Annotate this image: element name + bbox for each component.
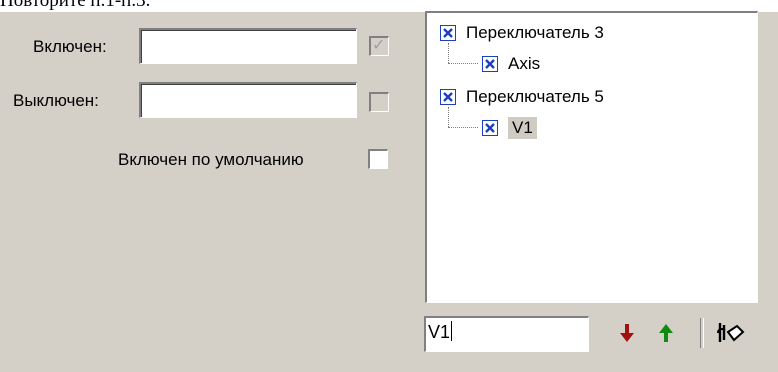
tree-item-label: Переключатель 3 xyxy=(466,23,604,42)
arrow-down-icon xyxy=(620,324,634,342)
default-on-label: Включен по умолчанию xyxy=(118,150,304,169)
text-caret xyxy=(451,321,453,341)
document-instruction-text: Повторите п.1-п.3. xyxy=(0,0,151,11)
tree-item-label: Axis xyxy=(508,54,541,73)
arrow-up-icon xyxy=(659,324,673,342)
off-checkbox[interactable] xyxy=(369,92,389,112)
tree-connector xyxy=(448,127,478,128)
switch-tree-view[interactable]: Переключатель 3 Axis Переключатель 5 V1 xyxy=(425,11,758,303)
tree-item[interactable]: Переключатель 5 xyxy=(440,85,604,109)
off-value-field[interactable] xyxy=(139,82,357,118)
tree-item-label-selected: V1 xyxy=(508,117,537,139)
move-down-button[interactable] xyxy=(615,320,639,346)
check-mark-icon: ✓ xyxy=(372,37,386,54)
tree-item[interactable]: V1 xyxy=(482,116,537,140)
toolbar-separator xyxy=(700,318,704,348)
off-label: Выключен: xyxy=(13,91,99,110)
on-value-field[interactable] xyxy=(139,28,357,64)
checked-x-icon[interactable] xyxy=(482,56,498,72)
on-checkbox[interactable]: ✓ xyxy=(369,36,389,56)
tree-item[interactable]: Переключатель 3 xyxy=(440,21,604,45)
tree-connector xyxy=(448,43,449,63)
tree-item[interactable]: Axis xyxy=(482,52,540,76)
node-name-input[interactable]: V1 xyxy=(424,316,589,352)
eraser-icon xyxy=(717,323,745,342)
default-on-checkbox[interactable] xyxy=(368,149,388,169)
checked-x-icon[interactable] xyxy=(440,89,456,105)
checked-x-icon[interactable] xyxy=(482,120,498,136)
tree-connector xyxy=(448,63,478,64)
tree-connector xyxy=(448,107,449,127)
move-up-button[interactable] xyxy=(654,320,678,346)
erase-button[interactable] xyxy=(713,318,747,348)
on-label: Включен: xyxy=(33,37,107,56)
tree-item-label: Переключатель 5 xyxy=(466,87,604,106)
checked-x-icon[interactable] xyxy=(440,25,456,41)
